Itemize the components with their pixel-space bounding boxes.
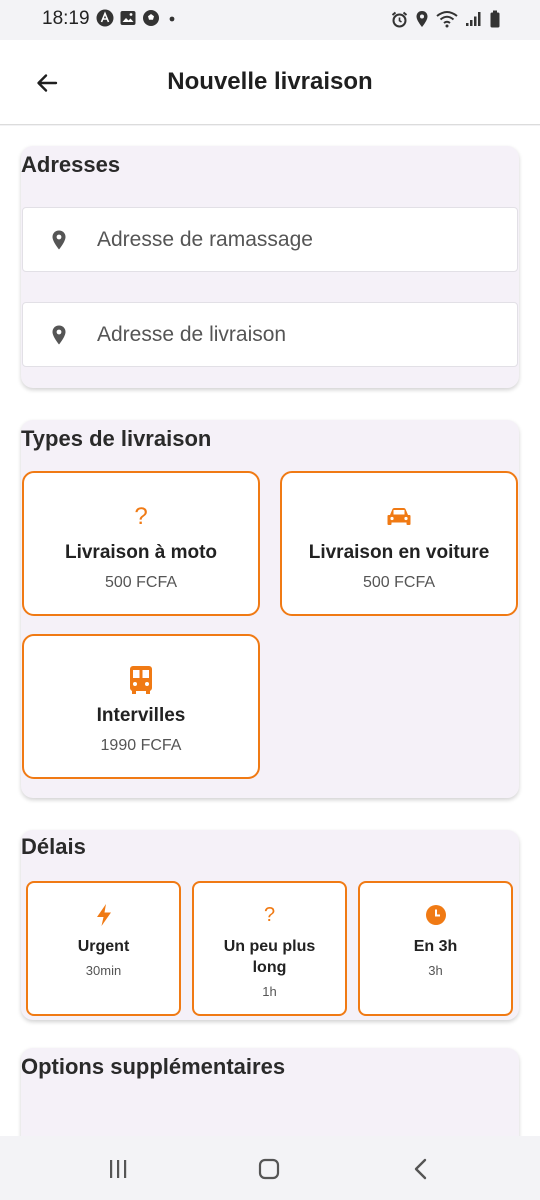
delivery-type-price: 1990 FCFA bbox=[100, 737, 182, 754]
delivery-type-name: Livraison en voiture bbox=[308, 542, 490, 563]
location-pin-icon bbox=[52, 230, 66, 249]
alarm-icon bbox=[391, 11, 408, 27]
delay-en-3h[interactable]: En 3h 3h bbox=[358, 881, 513, 1016]
delivery-types-title: Types de livraison bbox=[21, 426, 212, 451]
home-button[interactable] bbox=[254, 1156, 284, 1182]
delivery-address-field[interactable]: Adresse de livraison bbox=[22, 302, 518, 367]
addresses-card: Adresses Adresse de ramassage Adresse de… bbox=[21, 146, 519, 388]
delays-card: Délais Urgent 30min ? Un peu plus long 1… bbox=[21, 830, 519, 1020]
wifi-icon bbox=[436, 11, 458, 28]
delay-urgent[interactable]: Urgent 30min bbox=[26, 881, 181, 1016]
scroll-content[interactable]: Adresses Adresse de ramassage Adresse de… bbox=[0, 126, 540, 1136]
back-nav-icon bbox=[414, 1158, 427, 1180]
delays-title: Délais bbox=[21, 834, 86, 859]
delivery-type-name: Livraison à moto bbox=[64, 542, 218, 563]
back-nav-button[interactable] bbox=[406, 1156, 436, 1182]
gallery-icon bbox=[120, 11, 136, 25]
delivery-type-price: 500 FCFA bbox=[104, 574, 178, 591]
options-card: Options supplémentaires bbox=[21, 1048, 519, 1136]
delivery-address-placeholder: Adresse de livraison bbox=[97, 322, 287, 346]
question-icon: ? bbox=[263, 904, 276, 926]
delay-name: En 3h bbox=[413, 938, 458, 955]
delay-time: 1h bbox=[262, 984, 277, 999]
recent-apps-icon bbox=[110, 1160, 127, 1178]
app-a-icon bbox=[96, 9, 114, 27]
system-nav-bar bbox=[0, 1136, 540, 1200]
delivery-type-voiture[interactable]: Livraison en voiture 500 FCFA bbox=[280, 471, 518, 616]
bus-icon bbox=[130, 666, 152, 694]
signal-icon bbox=[466, 12, 481, 26]
delivery-types-card: Types de livraison ? Livraison à moto 50… bbox=[21, 420, 519, 798]
delivery-type-intervilles[interactable]: Intervilles 1990 FCFA bbox=[22, 634, 260, 779]
delay-time: 30min bbox=[85, 963, 122, 978]
delivery-type-moto[interactable]: ? Livraison à moto 500 FCFA bbox=[22, 471, 260, 616]
soccer-icon bbox=[143, 10, 159, 26]
delay-un-peu-plus-long[interactable]: ? Un peu plus long 1h bbox=[192, 881, 347, 1016]
dot-icon bbox=[169, 16, 175, 22]
delivery-type-price: 500 FCFA bbox=[362, 574, 436, 591]
delay-time: 3h bbox=[428, 963, 443, 978]
pickup-address-field[interactable]: Adresse de ramassage bbox=[22, 207, 518, 272]
location-icon bbox=[416, 11, 428, 27]
status-bar: 18:19 bbox=[0, 0, 540, 40]
addresses-title: Adresses bbox=[21, 152, 121, 177]
clock-icon bbox=[425, 905, 446, 925]
delay-name: Un peu plus long bbox=[223, 938, 316, 976]
question-icon: ? bbox=[134, 503, 148, 530]
page-title: Nouvelle livraison bbox=[167, 68, 373, 95]
battery-icon bbox=[490, 10, 500, 28]
delay-name: Urgent bbox=[77, 938, 130, 955]
car-icon bbox=[387, 508, 411, 525]
home-icon bbox=[258, 1158, 280, 1180]
delivery-type-name: Intervilles bbox=[96, 705, 186, 726]
app-bar: Nouvelle livraison bbox=[0, 40, 540, 125]
bolt-icon bbox=[96, 904, 111, 926]
options-title: Options supplémentaires bbox=[21, 1054, 286, 1079]
location-pin-icon bbox=[52, 325, 66, 344]
recent-apps-button[interactable] bbox=[103, 1156, 133, 1182]
pickup-address-placeholder: Adresse de ramassage bbox=[97, 227, 313, 251]
status-time: 18:19 bbox=[42, 8, 90, 29]
